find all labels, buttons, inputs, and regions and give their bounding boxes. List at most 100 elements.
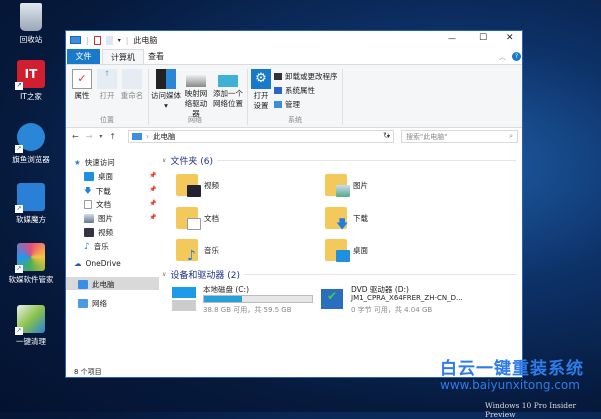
add-network-location-button[interactable]: 添加一个网络位置	[212, 75, 244, 109]
tab-computer[interactable]: 计算机	[102, 49, 144, 64]
cloud-icon: ☁	[74, 259, 82, 268]
collapse-ribbon-icon[interactable]: ︿	[499, 52, 506, 62]
drive-usage-fill	[204, 296, 242, 302]
search-box[interactable]: 搜索"此电脑" ⌕	[401, 130, 518, 143]
sidebar-item-downloads[interactable]: 🡇 下载	[84, 185, 111, 198]
video-icon	[84, 228, 94, 237]
folders-group-header[interactable]: ∨ 文件夹 (6)	[162, 154, 516, 167]
ithome-logo-text: IT	[24, 67, 38, 81]
drive-d[interactable]: ✔ DVD 驱动器 (D:) JM1_CPRA_X64FRER_ZH-CN_D.…	[321, 283, 521, 317]
sidebar-item-desktop[interactable]: 桌面	[84, 171, 113, 182]
recent-locations-button[interactable]: ▾	[99, 133, 102, 140]
minimize-button[interactable]: —	[448, 34, 456, 43]
desktop-icon-recycle-bin[interactable]: 回收站	[2, 3, 60, 45]
star-icon: ★	[74, 158, 81, 167]
folder-downloads[interactable]: 🡇 下载	[325, 207, 368, 230]
network-icon	[78, 299, 88, 308]
computer-icon	[132, 133, 142, 140]
sidebar-item-label: 快速访问	[84, 158, 115, 167]
properties-button[interactable]: ✓ 属性	[72, 69, 92, 101]
folder-pictures[interactable]: 图片	[325, 174, 368, 197]
desktop-icon-rubik[interactable]: ↗ 软媒魔方	[2, 183, 60, 225]
pin-icon[interactable]: 📌	[149, 214, 156, 221]
desktop-icon-software-manager[interactable]: ↗ 软媒软件管家	[2, 243, 60, 285]
refresh-button[interactable]: ↻	[383, 131, 390, 140]
uninstall-icon	[274, 73, 282, 80]
icon-label: 软媒魔方	[16, 215, 46, 224]
computer-icon	[78, 280, 88, 289]
maximize-button[interactable]: ☐	[479, 33, 487, 43]
network-drive-icon	[186, 75, 206, 87]
sidebar-item-pictures[interactable]: 图片	[84, 213, 113, 224]
button-label: 访问媒体	[151, 91, 181, 100]
help-icon[interactable]: ?	[512, 52, 521, 61]
desktop-icon-cleanup[interactable]: ↗ 一键清理	[2, 305, 60, 347]
pin-icon[interactable]: 📌	[149, 186, 156, 193]
desktop-icon-browser[interactable]: ↗ 旗鱼浏览器	[2, 123, 60, 165]
folder-label: 下载	[353, 213, 368, 223]
customize-chevron-icon[interactable]: ▾	[118, 37, 121, 44]
uninstall-program-button[interactable]: 卸载或更改程序	[274, 71, 338, 82]
manage-icon	[274, 101, 282, 108]
download-arrow-icon: 🡇	[84, 186, 92, 195]
access-media-button[interactable]: 访问媒体 ▾	[150, 69, 182, 111]
group-label-location: 位置	[100, 116, 114, 124]
settings-gear-icon: ⚙	[251, 69, 271, 89]
search-input[interactable]: 搜索"此电脑"	[406, 132, 509, 142]
desktop-icon-ithome[interactable]: IT ↗ IT之家	[2, 60, 60, 102]
sidebar-item-documents[interactable]: 文档	[84, 199, 111, 210]
devices-group-header[interactable]: ∨ 设备和驱动器 (2)	[162, 268, 516, 281]
sidebar-item-label: 桌面	[98, 172, 113, 181]
dvd-drive-icon: ✔	[321, 289, 343, 309]
back-button[interactable]: ←	[72, 132, 79, 141]
properties-quick-icon[interactable]	[93, 35, 101, 45]
tab-file[interactable]: 文件	[67, 49, 100, 64]
folder-documents[interactable]: 文档	[176, 207, 219, 230]
open-button[interactable]: ↑ 打开	[97, 69, 117, 101]
pin-icon[interactable]: 📌	[149, 200, 156, 207]
map-network-drive-button[interactable]: 映射网络驱动器	[182, 75, 210, 119]
rename-button[interactable]: 重命名	[119, 69, 145, 101]
folder-label: 桌面	[353, 245, 368, 255]
pin-icon[interactable]: 📌	[149, 172, 156, 179]
folder-label: 图片	[353, 180, 368, 190]
sidebar-item-this-pc-label[interactable]: 此电脑	[78, 279, 115, 290]
address-bar[interactable]: › 此电脑 ▾	[128, 130, 394, 143]
file-explorer-window: | ▾ | 此电脑 — ☐ ✕ 文件 计算机 查看 ︿ ? ✓ 属性 ↑ 打开 重命…	[65, 30, 523, 378]
ithome-icon: IT ↗	[15, 60, 45, 90]
cleanup-icon: ↗	[15, 305, 45, 335]
sidebar-item-network[interactable]: 网络	[78, 298, 107, 309]
tab-view[interactable]: 查看	[140, 49, 172, 64]
folder-desktop[interactable]: 桌面	[325, 239, 368, 262]
folder-videos[interactable]: 视频	[176, 174, 219, 197]
drive-space: 0 字节 可用，共 4.04 GB	[351, 306, 433, 314]
up-button[interactable]: ↑	[109, 132, 116, 141]
manage-button[interactable]: 管理	[274, 99, 300, 110]
forward-button[interactable]: →	[86, 132, 93, 141]
sidebar-item-label: 视频	[98, 228, 113, 237]
sidebar-item-quick-access[interactable]: ★ 快速访问	[74, 157, 115, 168]
media-server-icon	[156, 69, 176, 89]
new-folder-quick-icon[interactable]	[105, 35, 113, 45]
downloads-folder-icon: 🡇	[325, 207, 348, 230]
document-icon	[84, 200, 92, 209]
sidebar-item-videos[interactable]: 视频	[84, 227, 113, 238]
system-properties-button[interactable]: 系统属性	[274, 85, 315, 96]
drive-space: 38.8 GB 可用，共 59.5 GB	[203, 306, 292, 314]
group-label-system: 系统	[288, 116, 302, 124]
status-bar-item-count: 8 个项目	[74, 368, 102, 376]
open-icon: ↑	[97, 69, 117, 89]
open-settings-button[interactable]: ⚙ 打开设置	[250, 69, 272, 111]
close-button[interactable]: ✕	[506, 33, 514, 43]
pictures-folder-icon	[325, 174, 350, 197]
sidebar-item-music[interactable]: ♪ 音乐	[84, 241, 109, 252]
folder-label: 文档	[204, 213, 219, 223]
windows-drive-icon	[172, 287, 196, 311]
rename-icon	[122, 69, 142, 89]
drive-c[interactable]: 本地磁盘 (C:) 38.8 GB 可用，共 59.5 GB	[172, 283, 322, 317]
sidebar-item-label: OneDrive	[85, 259, 121, 268]
folder-music[interactable]: ♪ 音乐	[176, 239, 219, 263]
sidebar-item-onedrive[interactable]: ☁ OneDrive	[74, 259, 121, 268]
sidebar-item-label: 网络	[92, 299, 107, 308]
drive-usage-bar	[203, 295, 313, 303]
